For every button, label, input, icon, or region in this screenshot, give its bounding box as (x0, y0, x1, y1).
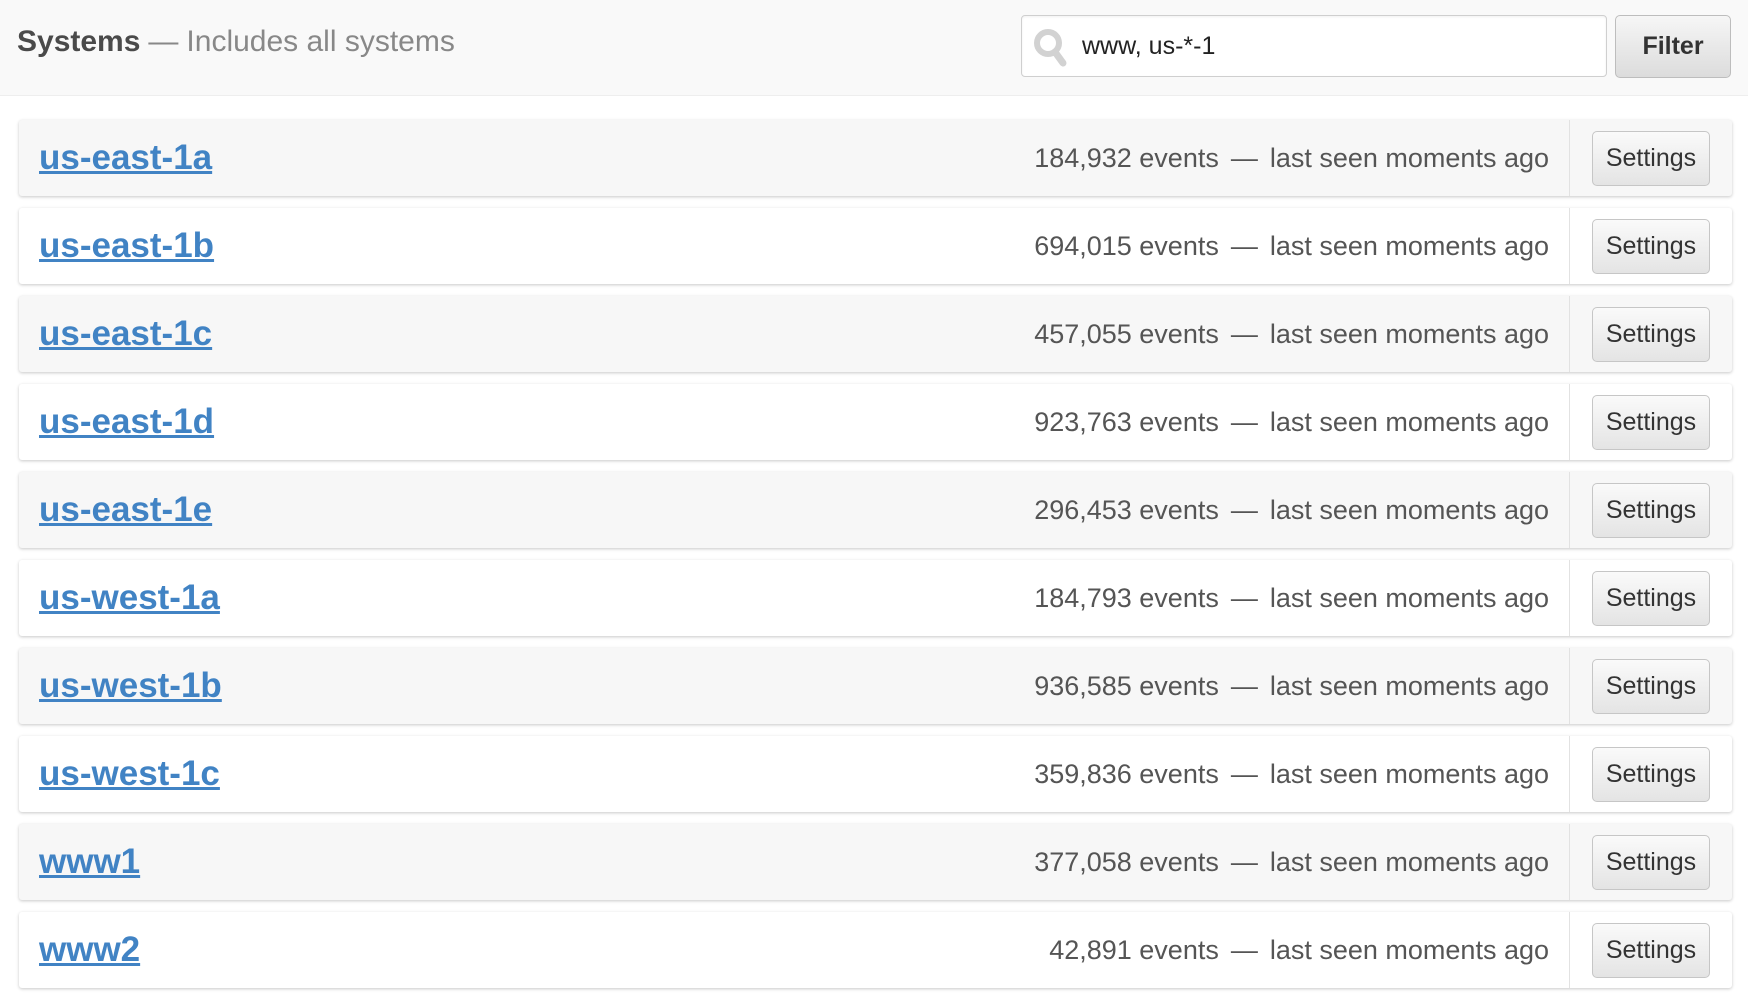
system-meta: 923,763 events — last seen moments ago (1034, 384, 1549, 460)
row-divider (1569, 208, 1570, 284)
system-row: us-east-1c 457,055 events — last seen mome… (19, 296, 1732, 372)
settings-button[interactable]: Settings (1592, 747, 1710, 802)
meta-separator: — (1230, 495, 1258, 525)
settings-button[interactable]: Settings (1592, 923, 1710, 978)
meta-separator: — (1230, 583, 1258, 613)
settings-button[interactable]: Settings (1592, 131, 1710, 186)
filter-button[interactable]: Filter (1615, 15, 1731, 78)
system-row: us-east-1b 694,015 events — last seen mome… (19, 208, 1732, 284)
last-seen: last seen moments ago (1269, 143, 1549, 173)
event-count: 936,585 events (1034, 671, 1219, 701)
search-box[interactable] (1021, 15, 1607, 77)
last-seen: last seen moments ago (1269, 759, 1549, 789)
row-divider (1569, 912, 1570, 988)
event-count: 694,015 events (1034, 231, 1219, 261)
system-meta: 184,932 events — last seen moments ago (1034, 120, 1549, 196)
settings-button[interactable]: Settings (1592, 835, 1710, 890)
row-divider (1569, 296, 1570, 372)
event-count: 457,055 events (1034, 319, 1219, 349)
system-meta: 694,015 events — last seen moments ago (1034, 208, 1549, 284)
event-count: 923,763 events (1034, 407, 1219, 437)
system-row: us-west-1a 184,793 events — last seen mome… (19, 560, 1732, 636)
settings-button[interactable]: Settings (1592, 395, 1710, 450)
search-input[interactable] (1082, 16, 1597, 76)
system-link[interactable]: us-east-1d (39, 384, 214, 460)
system-link[interactable]: us-east-1b (39, 208, 214, 284)
system-meta: 42,891 events — last seen moments ago (1049, 912, 1549, 988)
row-divider (1569, 120, 1570, 196)
system-meta: 184,793 events — last seen moments ago (1034, 560, 1549, 636)
system-row: us-west-1b 936,585 events — last seen mome… (19, 648, 1732, 724)
settings-button[interactable]: Settings (1592, 571, 1710, 626)
system-link[interactable]: www1 (39, 824, 140, 900)
page-title: Systems — Includes all systems (17, 22, 455, 62)
settings-button[interactable]: Settings (1592, 483, 1710, 538)
meta-separator: — (1230, 935, 1258, 965)
system-link[interactable]: us-east-1e (39, 472, 212, 548)
last-seen: last seen moments ago (1269, 847, 1549, 877)
system-link[interactable]: www2 (39, 912, 140, 988)
system-link[interactable]: us-west-1a (39, 560, 220, 636)
last-seen: last seen moments ago (1269, 495, 1549, 525)
settings-button[interactable]: Settings (1592, 307, 1710, 362)
last-seen: last seen moments ago (1269, 935, 1549, 965)
system-link[interactable]: us-west-1c (39, 736, 220, 812)
system-row: us-east-1e 296,453 events — last seen mome… (19, 472, 1732, 548)
meta-separator: — (1230, 671, 1258, 701)
systems-list: us-east-1a 184,932 events — last seen mome… (19, 120, 1732, 1000)
system-meta: 359,836 events — last seen moments ago (1034, 736, 1549, 812)
system-row: us-east-1d 923,763 events — last seen mome… (19, 384, 1732, 460)
system-meta: 296,453 events — last seen moments ago (1034, 472, 1549, 548)
last-seen: last seen moments ago (1269, 407, 1549, 437)
system-row: us-east-1a 184,932 events — last seen mome… (19, 120, 1732, 196)
last-seen: last seen moments ago (1269, 319, 1549, 349)
system-meta: 377,058 events — last seen moments ago (1034, 824, 1549, 900)
title-separator: — (148, 25, 179, 58)
search-icon (1032, 28, 1068, 68)
event-count: 42,891 events (1049, 935, 1219, 965)
system-row: www1 377,058 events — last seen moments ag… (19, 824, 1732, 900)
row-divider (1569, 560, 1570, 636)
system-link[interactable]: us-east-1a (39, 120, 212, 196)
row-divider (1569, 384, 1570, 460)
page-header: Systems—Includes all systems Filter (0, 0, 1748, 96)
page-subtitle: Includes all systems (186, 25, 455, 58)
meta-separator: — (1230, 231, 1258, 261)
row-divider (1569, 648, 1570, 724)
system-row: us-west-1c 359,836 events — last seen mome… (19, 736, 1732, 812)
event-count: 184,793 events (1034, 583, 1219, 613)
row-divider (1569, 736, 1570, 812)
meta-separator: — (1230, 847, 1258, 877)
system-meta: 936,585 events — last seen moments ago (1034, 648, 1549, 724)
system-link[interactable]: us-east-1c (39, 296, 212, 372)
row-divider (1569, 472, 1570, 548)
system-link[interactable]: us-west-1b (39, 648, 222, 724)
system-row: www2 42,891 events — last seen moments ago… (19, 912, 1732, 988)
page-title-text: Systems (17, 25, 141, 58)
row-divider (1569, 824, 1570, 900)
event-count: 296,453 events (1034, 495, 1219, 525)
event-count: 359,836 events (1034, 759, 1219, 789)
meta-separator: — (1230, 759, 1258, 789)
last-seen: last seen moments ago (1269, 583, 1549, 613)
event-count: 184,932 events (1034, 143, 1219, 173)
last-seen: last seen moments ago (1269, 671, 1549, 701)
system-meta: 457,055 events — last seen moments ago (1034, 296, 1549, 372)
last-seen: last seen moments ago (1269, 231, 1549, 261)
meta-separator: — (1230, 407, 1258, 437)
meta-separator: — (1230, 143, 1258, 173)
settings-button[interactable]: Settings (1592, 659, 1710, 714)
settings-button[interactable]: Settings (1592, 219, 1710, 274)
meta-separator: — (1230, 319, 1258, 349)
event-count: 377,058 events (1034, 847, 1219, 877)
